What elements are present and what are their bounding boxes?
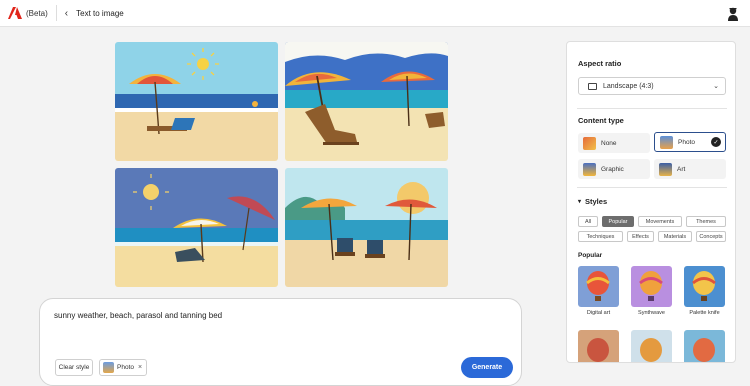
- style-tag-themes[interactable]: Themes: [686, 216, 726, 227]
- style-label: Digital art: [586, 310, 611, 316]
- divider: [577, 108, 727, 109]
- aspect-ratio-title: Aspect ratio: [578, 59, 622, 68]
- chevron-down-icon: ▾: [578, 199, 582, 205]
- content-type-graphic[interactable]: Graphic: [578, 159, 650, 179]
- style-tag-movements[interactable]: Movements: [638, 216, 682, 227]
- art-thumbnail: [659, 162, 672, 176]
- main-area: sunny weather, beach, parasol and tannin…: [0, 28, 560, 386]
- styles-header[interactable]: ▾ Styles: [578, 197, 607, 206]
- style-tag-popular[interactable]: Popular: [602, 216, 634, 227]
- back-arrow-icon[interactable]: ‹: [65, 8, 68, 19]
- none-thumbnail: [583, 136, 596, 150]
- prompt-box[interactable]: sunny weather, beach, parasol and tannin…: [39, 298, 522, 386]
- profile-icon[interactable]: [726, 6, 740, 22]
- aspect-ratio-select[interactable]: Landscape (4:3) ⌄: [578, 77, 726, 95]
- content-type-none[interactable]: None: [578, 133, 650, 153]
- prompt-input[interactable]: sunny weather, beach, parasol and tannin…: [54, 311, 222, 320]
- content-type-title: Content type: [578, 116, 624, 125]
- content-type-photo[interactable]: Photo ✓: [654, 132, 726, 152]
- content-type-art[interactable]: Art: [654, 159, 726, 179]
- divider: [55, 5, 57, 21]
- style-label: Palette knife: [689, 310, 720, 316]
- page-title: Text to image: [76, 8, 124, 18]
- style-tag-concepts[interactable]: Concepts: [696, 231, 726, 242]
- photo-thumbnail: [103, 362, 114, 373]
- top-bar: (Beta) ‹ Text to image: [0, 0, 750, 27]
- generated-image-3[interactable]: [115, 168, 278, 287]
- photo-style-chip[interactable]: Photo ×: [99, 359, 147, 376]
- content-type-label: Art: [677, 165, 686, 173]
- aspect-ratio-value: Landscape (4:3): [603, 82, 654, 90]
- divider: [577, 187, 727, 188]
- beta-label: (Beta): [26, 8, 48, 18]
- style-tag-materials[interactable]: Materials: [658, 231, 692, 242]
- photo-chip-label: Photo: [117, 364, 134, 371]
- settings-panel: Aspect ratio Landscape (4:3) ⌄ Content t…: [566, 41, 736, 363]
- adobe-logo-icon[interactable]: [7, 6, 23, 20]
- generated-image-1[interactable]: [115, 42, 278, 161]
- style-tag-all[interactable]: All: [578, 216, 598, 227]
- graphic-thumbnail: [583, 162, 596, 176]
- style-thumb-more-1[interactable]: [578, 330, 619, 362]
- style-label: Synthwave: [638, 310, 665, 316]
- style-thumb-digital-art[interactable]: [578, 266, 619, 307]
- style-thumb-synthwave[interactable]: [631, 266, 672, 307]
- clear-style-button[interactable]: Clear style: [55, 359, 93, 376]
- style-thumb-more-3[interactable]: [684, 330, 725, 362]
- styles-title: Styles: [585, 197, 608, 206]
- style-thumb-palette-knife[interactable]: [684, 266, 725, 307]
- chevron-down-icon: ⌄: [713, 83, 719, 90]
- style-thumb-more-2[interactable]: [631, 330, 672, 362]
- content-type-label: Graphic: [601, 165, 624, 173]
- popular-title: Popular: [578, 252, 603, 259]
- content-type-label: None: [601, 139, 617, 147]
- style-tag-techniques[interactable]: Techniques: [578, 231, 623, 242]
- generated-image-4[interactable]: [285, 168, 448, 287]
- generated-image-2[interactable]: [285, 42, 448, 161]
- check-icon: ✓: [711, 137, 721, 147]
- generate-button[interactable]: Generate: [461, 357, 513, 378]
- aspect-landscape-icon: [588, 82, 597, 90]
- image-grid: [115, 42, 448, 288]
- photo-thumbnail: [660, 135, 673, 149]
- close-icon[interactable]: ×: [138, 364, 142, 371]
- content-type-label: Photo: [678, 138, 695, 146]
- style-tag-effects[interactable]: Effects: [627, 231, 654, 242]
